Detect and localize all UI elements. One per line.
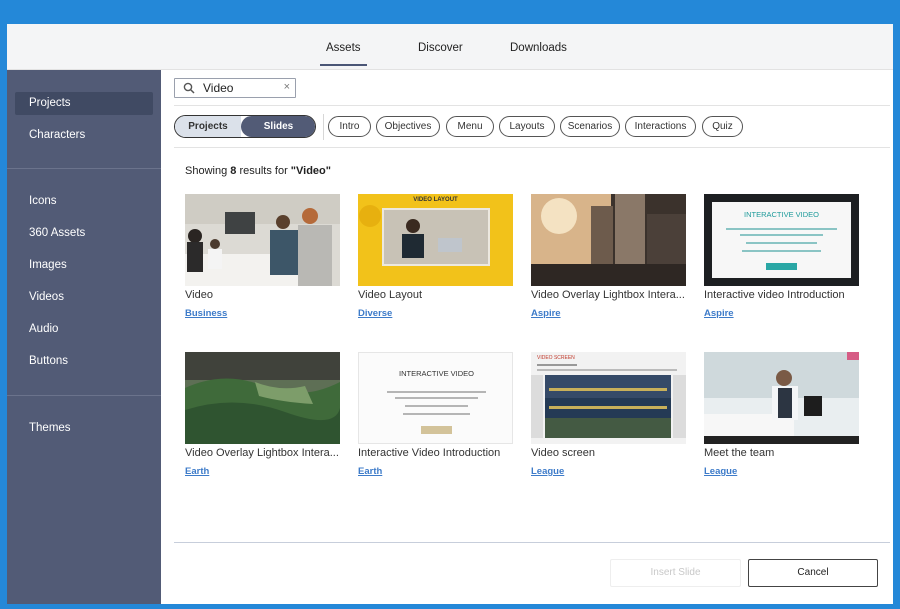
sidebar-item-images[interactable]: Images [15,254,153,277]
card-thumbnail[interactable]: VIDEO LAYOUT [358,194,513,286]
card-title: Meet the team [704,447,775,459]
filter-chip-interactions[interactable]: Interactions [625,116,696,137]
filter-chip-quiz[interactable]: Quiz [702,116,743,137]
tab-assets[interactable]: Assets [320,42,366,66]
projects-slides-toggle: Projects Slides [174,115,316,138]
filter-chip-intro[interactable]: Intro [328,116,371,137]
thumbnail-caption: INTERACTIVE VIDEO [398,369,474,378]
thumbnail-caption: INTERACTIVE VIDEO [743,210,819,219]
card-title: Interactive video Introduction [704,289,845,301]
tab-discover[interactable]: Discover [418,42,463,54]
thumbnail-caption: VIDEO LAYOUT [413,197,458,203]
card-thumbnail[interactable] [704,352,859,444]
card-title: Interactive Video Introduction [358,447,501,459]
sidebar-item-themes[interactable]: Themes [15,417,153,440]
sidebar-item-projects[interactable]: Projects [15,92,153,115]
card-thumbnail[interactable]: INTERACTIVE VIDEO [704,194,859,286]
tab-downloads[interactable]: Downloads [510,42,567,54]
card-title: Video [185,289,213,301]
divider [174,105,890,106]
card-thumbnail[interactable]: VIDEO SCREEN [531,352,686,444]
toggle-projects[interactable]: Projects [175,116,241,137]
filter-chip-menu[interactable]: Menu [446,116,494,137]
footer-divider [174,542,890,543]
card-theme-link[interactable]: Diverse [358,308,392,319]
cancel-button[interactable]: Cancel [748,559,878,587]
card-theme-link[interactable]: Aspire [531,308,561,319]
card-title: Video Overlay Lightbox Intera... [531,289,685,301]
card-thumbnail[interactable] [185,352,340,444]
filter-chip-objectives[interactable]: Objectives [376,116,440,137]
search-value: Video [203,81,234,95]
sidebar-item-buttons[interactable]: Buttons [15,350,153,373]
card-theme-link[interactable]: Earth [358,466,382,477]
card-title: Video Layout [358,289,423,301]
card-thumbnail[interactable]: INTERACTIVE VIDEO [358,352,513,444]
search-icon [183,82,195,94]
sidebar-item-characters[interactable]: Characters [15,124,153,147]
card-theme-link[interactable]: League [531,466,564,477]
sidebar-item-360-assets[interactable]: 360 Assets [15,222,153,245]
asset-browser-window: Assets Discover Downloads Projects Chara… [7,24,893,604]
toggle-slides[interactable]: Slides [241,116,315,137]
search-input[interactable]: Video × [174,78,296,98]
sidebar-divider [7,395,161,396]
sidebar-divider [7,168,161,169]
filter-chip-layouts[interactable]: Layouts [499,116,555,137]
card-title: Video screen [531,447,596,459]
card-thumbnail[interactable] [185,194,340,286]
results-summary: Showing 8 results for "Video" [185,165,331,177]
sidebar-item-audio[interactable]: Audio [15,318,153,341]
thumbnail-caption: VIDEO SCREEN [537,355,575,361]
card-title: Video Overlay Lightbox Intera... [185,447,339,459]
sidebar: Projects Characters Icons 360 Assets Ima… [7,70,161,604]
divider [174,147,890,148]
card-theme-link[interactable]: Business [185,308,227,319]
card-theme-link[interactable]: Aspire [704,308,734,319]
insert-slide-button[interactable]: Insert Slide [610,559,741,587]
card-theme-link[interactable]: League [704,466,737,477]
filter-separator [323,114,324,140]
sidebar-item-icons[interactable]: Icons [15,190,153,213]
top-tab-bar: Assets Discover Downloads [7,24,893,70]
filter-chip-scenarios[interactable]: Scenarios [560,116,620,137]
sidebar-item-videos[interactable]: Videos [15,286,153,309]
clear-icon[interactable]: × [284,81,290,93]
card-theme-link[interactable]: Earth [185,466,209,477]
card-thumbnail[interactable] [531,194,686,286]
